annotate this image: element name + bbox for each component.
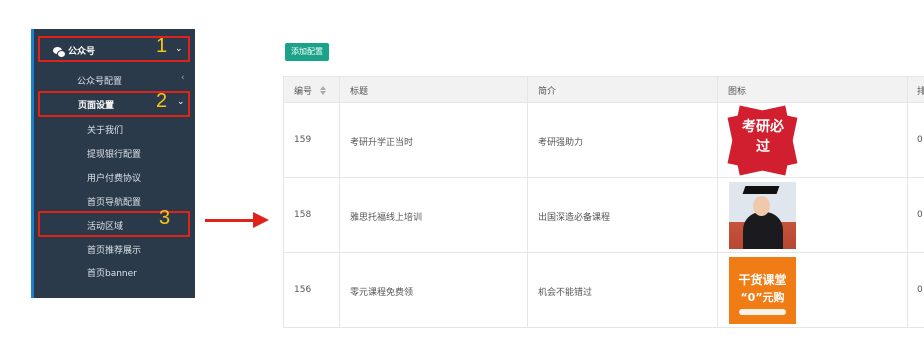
sidebar-item-account-config[interactable]: 公众号配置 (77, 74, 122, 87)
sidebar-item-home-recommend[interactable]: 首页推荐展示 (87, 243, 141, 256)
annotation-number-1: 1 (156, 35, 168, 57)
table-row[interactable]: 158 雅思托福线上培训 出国深造必备课程 0 (284, 178, 924, 253)
add-config-button[interactable]: 添加配置 (285, 43, 329, 61)
annotation-number-3: 3 (159, 207, 171, 229)
sidebar-item-about[interactable]: 关于我们 (87, 123, 123, 136)
sidebar (31, 29, 195, 298)
table-row[interactable]: 159 考研升学正当时 考研强助力 考研必过 0 (284, 103, 924, 178)
column-header-order: 排 (917, 87, 924, 97)
column-header-id[interactable]: 编号 (294, 84, 312, 97)
annotation-arrow (205, 219, 255, 222)
cell-intro: 出国深造必备课程 (538, 213, 611, 223)
cell-id: 158 (294, 210, 312, 220)
chevron-left-icon: ‹ (181, 73, 185, 83)
cell-intro: 机会不能错过 (538, 288, 593, 298)
config-table: 编号 标题 简介 图标 排 159 考研升学正当时 考研强助力 考研必过 0 1… (283, 76, 924, 328)
cell-order: 0 (917, 135, 923, 145)
table-header: 编号 标题 简介 图标 排 (284, 76, 924, 103)
sort-icon[interactable] (320, 86, 326, 96)
cell-title: 考研升学正当时 (350, 138, 414, 148)
cell-title: 零元课程免费领 (350, 288, 414, 298)
cell-id: 159 (294, 135, 312, 145)
column-header-icon: 图标 (728, 87, 747, 97)
sidebar-item-bank-config[interactable]: 提现银行配置 (87, 147, 141, 160)
table-row[interactable]: 156 零元课程免费领 机会不能错过 干货课堂 “0”元购 0 (284, 253, 924, 328)
thumbnail-image: 考研必过 (727, 105, 798, 176)
sidebar-item-home-nav[interactable]: 首页导航配置 (87, 195, 141, 208)
annotation-box-2 (38, 91, 190, 117)
column-header-intro: 简介 (538, 87, 557, 97)
cell-intro: 考研强助力 (538, 138, 584, 148)
sidebar-item-payment-agreement[interactable]: 用户付费协议 (87, 171, 141, 184)
column-header-title: 标题 (350, 87, 369, 97)
cell-title: 雅思托福线上培训 (350, 213, 423, 223)
thumbnail-text: 考研必过 (742, 119, 784, 155)
thumbnail-image: 干货课堂 “0”元购 (729, 257, 796, 324)
thumbnail-image (729, 182, 796, 249)
thumbnail-text: “0”元购 (740, 291, 785, 304)
annotation-number-2: 2 (156, 90, 168, 112)
cell-order: 0 (917, 285, 923, 295)
annotation-box-1 (38, 36, 190, 62)
sidebar-item-home-banner[interactable]: 首页banner (87, 266, 137, 279)
thumbnail-text: 干货课堂 (738, 273, 787, 287)
annotation-arrow-head (253, 212, 269, 228)
sidebar-accent-bar (31, 29, 34, 298)
cell-id: 156 (294, 285, 312, 295)
cell-order: 0 (917, 210, 923, 220)
